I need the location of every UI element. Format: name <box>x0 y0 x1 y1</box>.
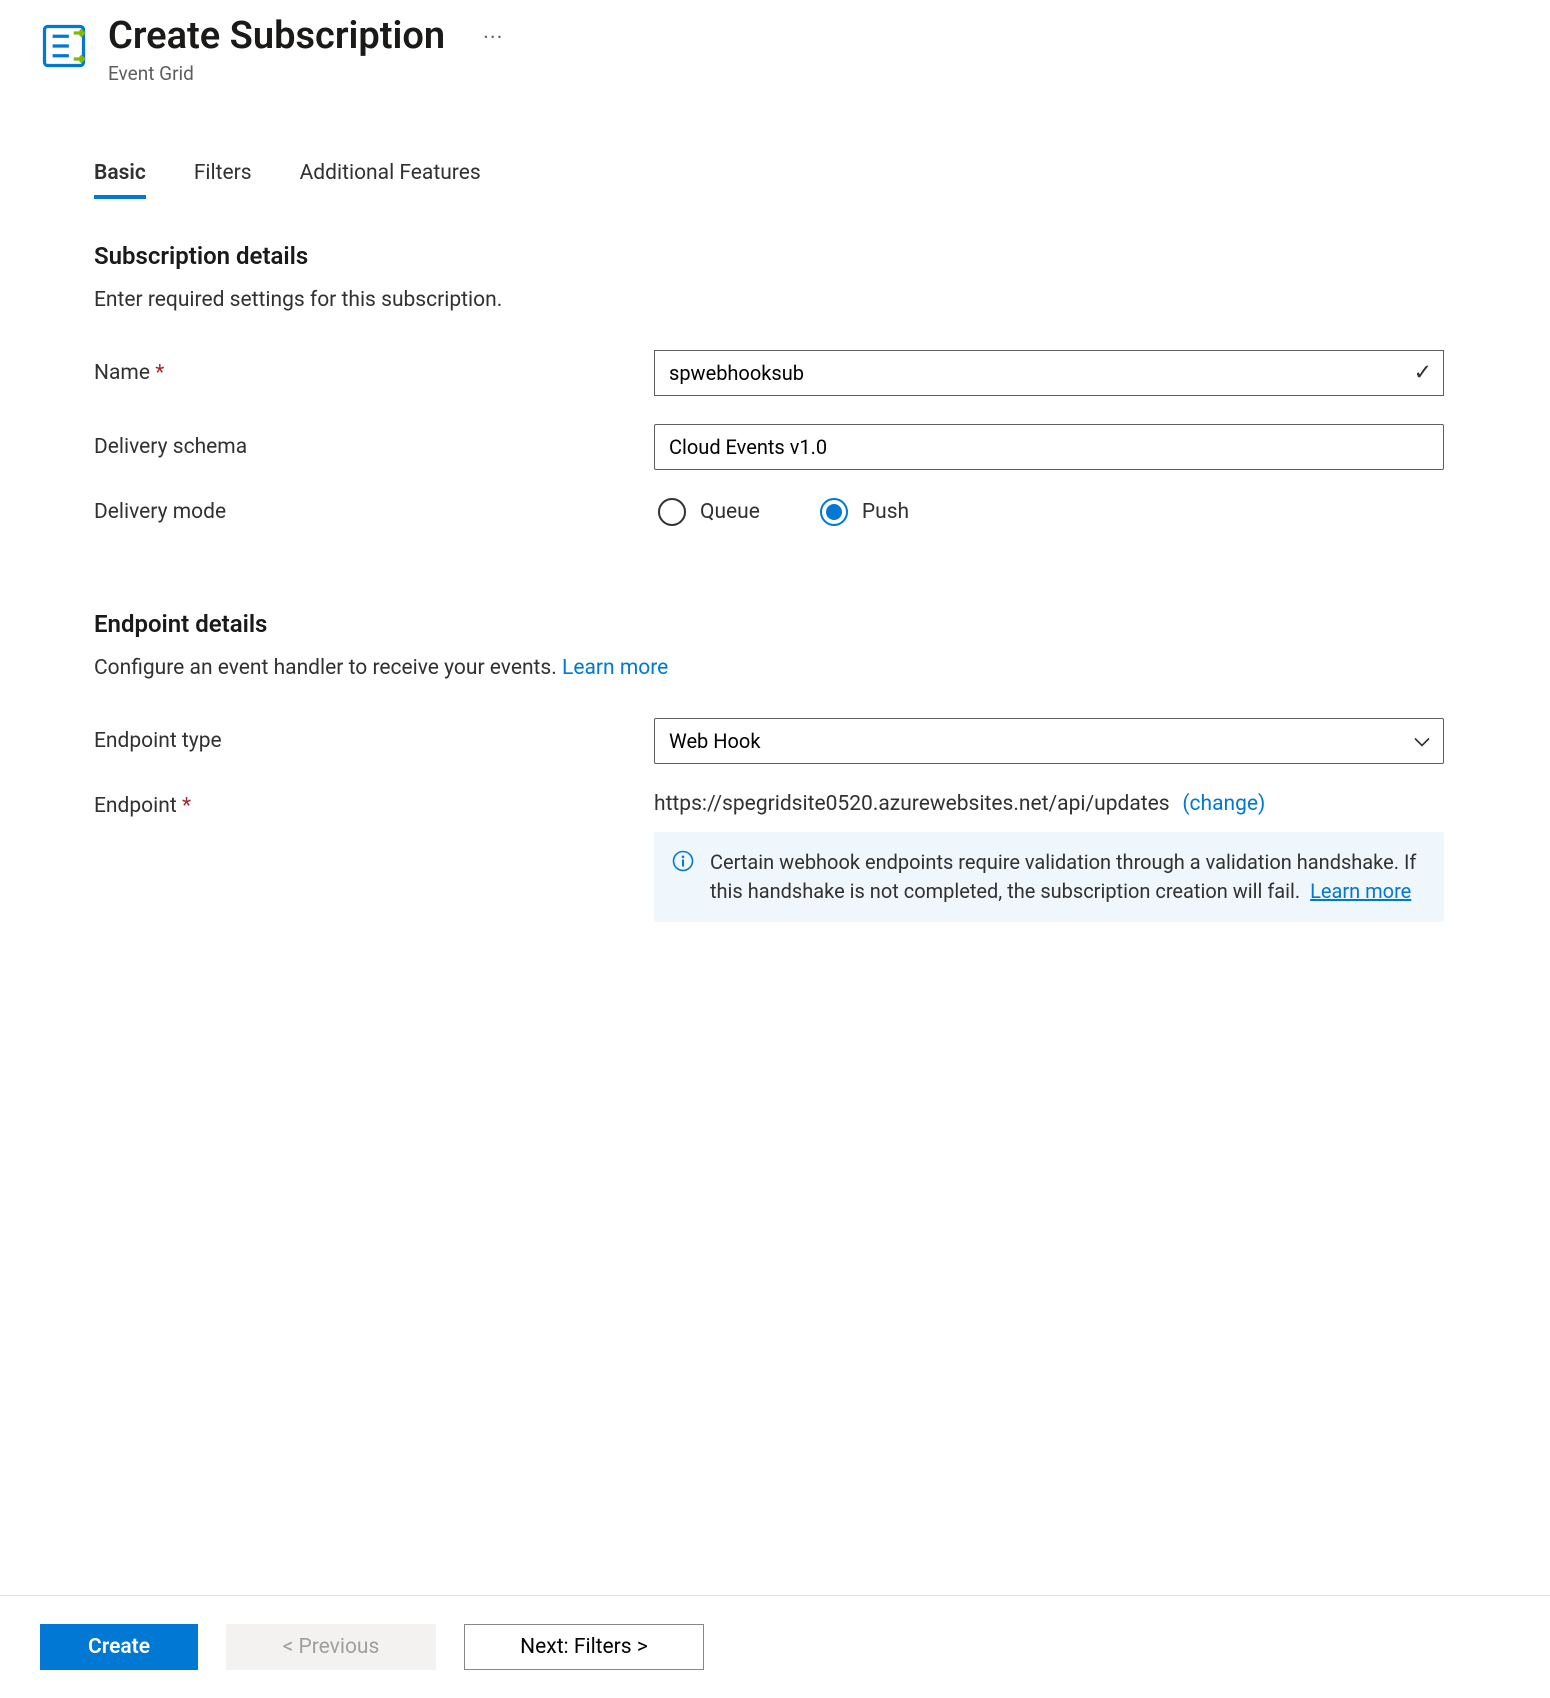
endpoint-learn-more-link[interactable]: Learn more <box>562 656 668 680</box>
radio-checked-icon <box>820 498 848 526</box>
name-input[interactable] <box>654 350 1444 396</box>
endpoint-type-label: Endpoint type <box>94 729 654 753</box>
subscription-details-heading: Subscription details <box>94 242 1510 270</box>
validation-learn-more-link[interactable]: Learn more <box>1310 879 1411 903</box>
endpoint-details-heading: Endpoint details <box>94 610 1510 638</box>
tab-filters[interactable]: Filters <box>194 157 252 199</box>
subscription-icon <box>38 20 90 72</box>
page-header: Create Subscription Event Grid ··· <box>38 20 1510 85</box>
endpoint-type-select[interactable] <box>654 718 1444 764</box>
tab-additional-features[interactable]: Additional Features <box>300 157 481 199</box>
delivery-schema-display <box>654 424 1444 470</box>
more-actions-button[interactable]: ··· <box>483 26 503 51</box>
previous-button: < Previous <box>226 1624 436 1670</box>
radio-unchecked-icon <box>658 498 686 526</box>
page-title: Create Subscription <box>108 16 445 58</box>
info-icon <box>672 850 694 906</box>
endpoint-url: https://spegridsite0520.azurewebsites.ne… <box>654 792 1170 816</box>
tabstrip: Basic Filters Additional Features <box>38 157 1510 200</box>
validation-info-text: Certain webhook endpoints require valida… <box>710 848 1426 906</box>
endpoint-change-link[interactable]: (change) <box>1182 792 1265 816</box>
next-filters-button[interactable]: Next: Filters > <box>464 1624 704 1670</box>
subscription-details-desc: Enter required settings for this subscri… <box>94 288 1510 312</box>
name-label: Name * <box>94 361 654 385</box>
validation-info-box: Certain webhook endpoints require valida… <box>654 832 1444 922</box>
delivery-mode-queue[interactable]: Queue <box>658 498 760 526</box>
endpoint-label: Endpoint * <box>94 792 654 818</box>
tab-basic[interactable]: Basic <box>94 157 146 199</box>
create-button[interactable]: Create <box>40 1624 198 1670</box>
endpoint-details-desc: Configure an event handler to receive yo… <box>94 656 1510 680</box>
delivery-schema-label: Delivery schema <box>94 435 654 459</box>
delivery-mode-label: Delivery mode <box>94 500 654 524</box>
wizard-footer: Create < Previous Next: Filters > <box>0 1595 1550 1698</box>
delivery-mode-push[interactable]: Push <box>820 498 909 526</box>
page-subtitle: Event Grid <box>108 62 445 85</box>
